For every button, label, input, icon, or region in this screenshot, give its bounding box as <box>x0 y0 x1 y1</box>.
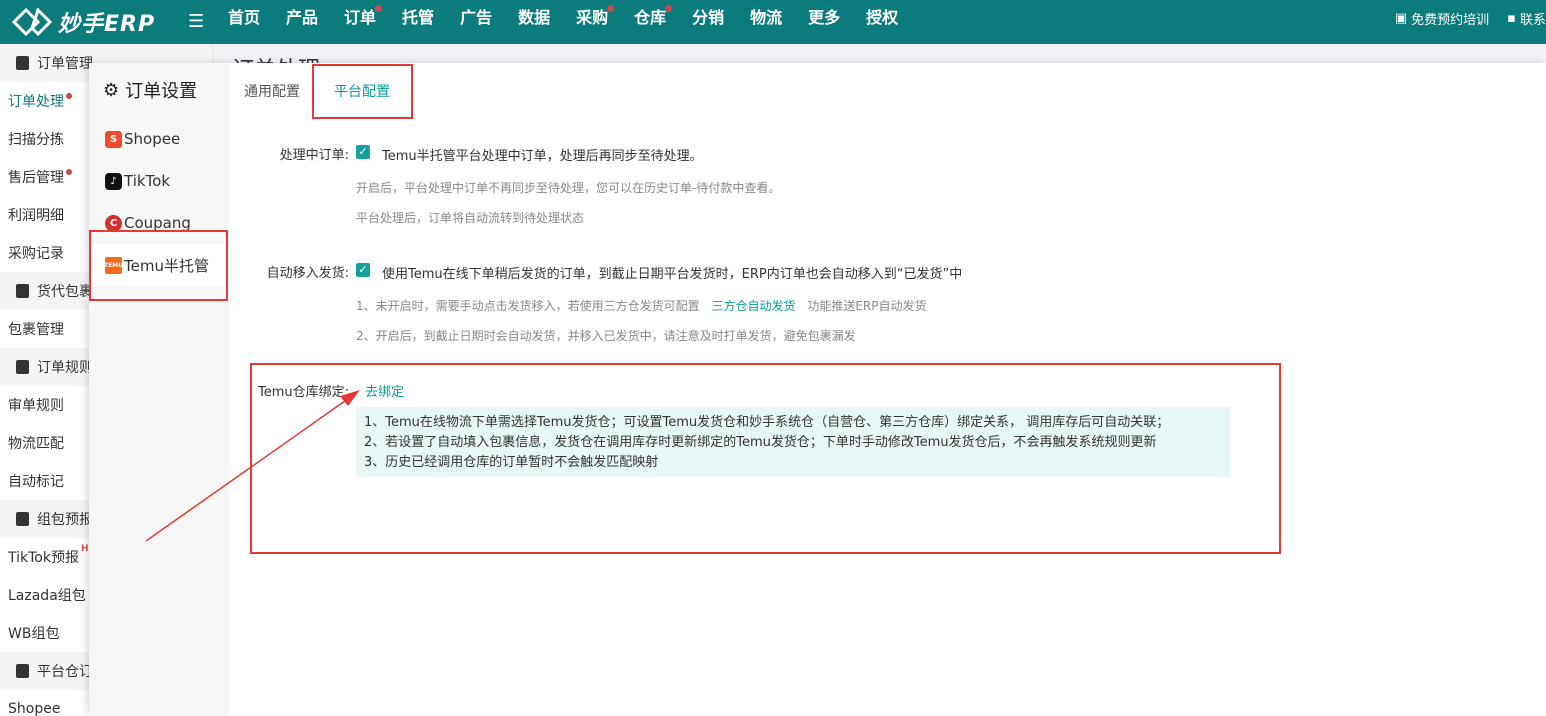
annotation-arrow <box>145 390 360 542</box>
